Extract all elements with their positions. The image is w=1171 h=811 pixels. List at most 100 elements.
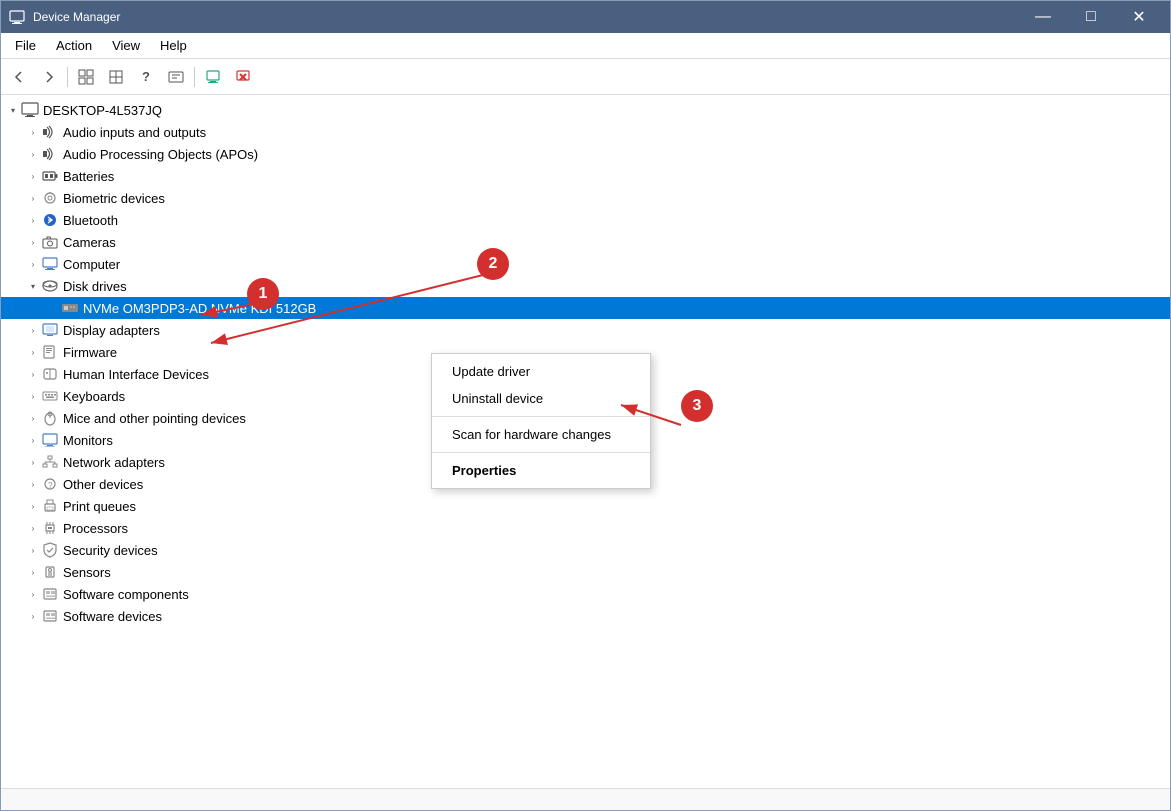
hid-label: Human Interface Devices <box>63 367 209 382</box>
batteries-icon <box>41 168 59 184</box>
tree-item-diskdrives[interactable]: ▾ Disk drives <box>1 275 1170 297</box>
nvme-expander <box>45 300 61 316</box>
close-button[interactable]: ✕ <box>1116 1 1162 33</box>
tree-item-apo[interactable]: › Audio Processing Objects (APOs) <box>1 143 1170 165</box>
properties-button[interactable] <box>162 64 190 90</box>
computer-tree-icon <box>41 256 59 272</box>
apo-expander[interactable]: › <box>25 146 41 162</box>
display-icon <box>41 322 59 338</box>
tree-item-sensors[interactable]: › Sensors <box>1 561 1170 583</box>
mice-label: Mice and other pointing devices <box>63 411 246 426</box>
apo-label: Audio Processing Objects (APOs) <box>63 147 258 162</box>
diskdrives-expander[interactable]: ▾ <box>25 278 41 294</box>
context-separator-2 <box>432 452 650 453</box>
print-icon <box>41 498 59 514</box>
hid-expander[interactable]: › <box>25 366 41 382</box>
device-manager-window: Device Manager — □ ✕ File Action View He… <box>0 0 1171 811</box>
nvme-label: NVMe OM3PDP3-AD NVMe KDI 512GB <box>83 301 316 316</box>
software-devices-expander[interactable]: › <box>25 608 41 624</box>
menu-help[interactable]: Help <box>150 34 197 57</box>
keyboards-expander[interactable]: › <box>25 388 41 404</box>
network-icon <box>41 454 59 470</box>
audio-expander[interactable]: › <box>25 124 41 140</box>
batteries-expander[interactable]: › <box>25 168 41 184</box>
mice-icon <box>41 410 59 426</box>
firmware-label: Firmware <box>63 345 117 360</box>
status-bar <box>1 788 1170 810</box>
mice-expander[interactable]: › <box>25 410 41 426</box>
security-label: Security devices <box>63 543 158 558</box>
uninstall-button[interactable] <box>229 64 257 90</box>
print-expander[interactable]: › <box>25 498 41 514</box>
tree-item-software-devices[interactable]: › Software devices <box>1 605 1170 627</box>
tree-item-processors[interactable]: › Processors <box>1 517 1170 539</box>
menu-action[interactable]: Action <box>46 34 102 57</box>
collapse-all-button[interactable] <box>102 64 130 90</box>
network-expander[interactable]: › <box>25 454 41 470</box>
nvme-icon <box>61 300 79 316</box>
tree-item-display[interactable]: › Display adapters <box>1 319 1170 341</box>
software-components-icon <box>41 586 59 602</box>
sensors-label: Sensors <box>63 565 111 580</box>
minimize-button[interactable]: — <box>1020 1 1066 33</box>
bluetooth-expander[interactable]: › <box>25 212 41 228</box>
monitors-icon <box>41 432 59 448</box>
expand-all-button[interactable] <box>72 64 100 90</box>
biometric-icon <box>41 190 59 206</box>
processors-expander[interactable]: › <box>25 520 41 536</box>
software-devices-label: Software devices <box>63 609 162 624</box>
context-scan-hardware[interactable]: Scan for hardware changes <box>432 421 650 448</box>
software-components-expander[interactable]: › <box>25 586 41 602</box>
back-button[interactable] <box>5 64 33 90</box>
display-expander[interactable]: › <box>25 322 41 338</box>
forward-button[interactable] <box>35 64 63 90</box>
other-icon: ? <box>41 476 59 492</box>
maximize-button[interactable]: □ <box>1068 1 1114 33</box>
audio-icon <box>41 124 59 140</box>
root-expander[interactable]: ▾ <box>5 102 21 118</box>
sensors-expander[interactable]: › <box>25 564 41 580</box>
tree-item-computer[interactable]: › Computer <box>1 253 1170 275</box>
computer-label: Computer <box>63 257 120 272</box>
keyboards-label: Keyboards <box>63 389 125 404</box>
menu-view[interactable]: View <box>102 34 150 57</box>
software-devices-icon <box>41 608 59 624</box>
tree-item-software-components[interactable]: › Software components <box>1 583 1170 605</box>
cameras-expander[interactable]: › <box>25 234 41 250</box>
print-label: Print queues <box>63 499 136 514</box>
firmware-expander[interactable]: › <box>25 344 41 360</box>
update-driver-button[interactable] <box>199 64 227 90</box>
firmware-icon <box>41 344 59 360</box>
security-icon <box>41 542 59 558</box>
tree-item-nvme[interactable]: NVMe OM3PDP3-AD NVMe KDI 512GB <box>1 297 1170 319</box>
tree-item-biometric[interactable]: › Biometric devices <box>1 187 1170 209</box>
toolbar: ? <box>1 59 1170 95</box>
monitors-expander[interactable]: › <box>25 432 41 448</box>
biometric-expander[interactable]: › <box>25 190 41 206</box>
other-label: Other devices <box>63 477 143 492</box>
tree-item-print[interactable]: › Print queues <box>1 495 1170 517</box>
security-expander[interactable]: › <box>25 542 41 558</box>
tree-item-bluetooth[interactable]: › Bluetooth <box>1 209 1170 231</box>
bluetooth-label: Bluetooth <box>63 213 118 228</box>
keyboards-icon <box>41 388 59 404</box>
context-uninstall-device[interactable]: Uninstall device <box>432 385 650 412</box>
svg-text:?: ? <box>48 481 53 490</box>
window-controls: — □ ✕ <box>1020 1 1162 33</box>
menu-file[interactable]: File <box>5 34 46 57</box>
context-update-driver[interactable]: Update driver <box>432 358 650 385</box>
help-button[interactable]: ? <box>132 64 160 90</box>
computer-expander[interactable]: › <box>25 256 41 272</box>
other-expander[interactable]: › <box>25 476 41 492</box>
cameras-icon <box>41 234 59 250</box>
tree-root[interactable]: ▾ DESKTOP-4L537JQ <box>1 99 1170 121</box>
annotation-1: 1 <box>247 278 279 310</box>
tree-item-audio[interactable]: › Audio inputs and outputs <box>1 121 1170 143</box>
tree-item-cameras[interactable]: › Cameras <box>1 231 1170 253</box>
hid-icon <box>41 366 59 382</box>
context-properties[interactable]: Properties <box>432 457 650 484</box>
tree-item-batteries[interactable]: › Batteries <box>1 165 1170 187</box>
bluetooth-icon <box>41 212 59 228</box>
processors-label: Processors <box>63 521 128 536</box>
tree-item-security[interactable]: › Security devices <box>1 539 1170 561</box>
